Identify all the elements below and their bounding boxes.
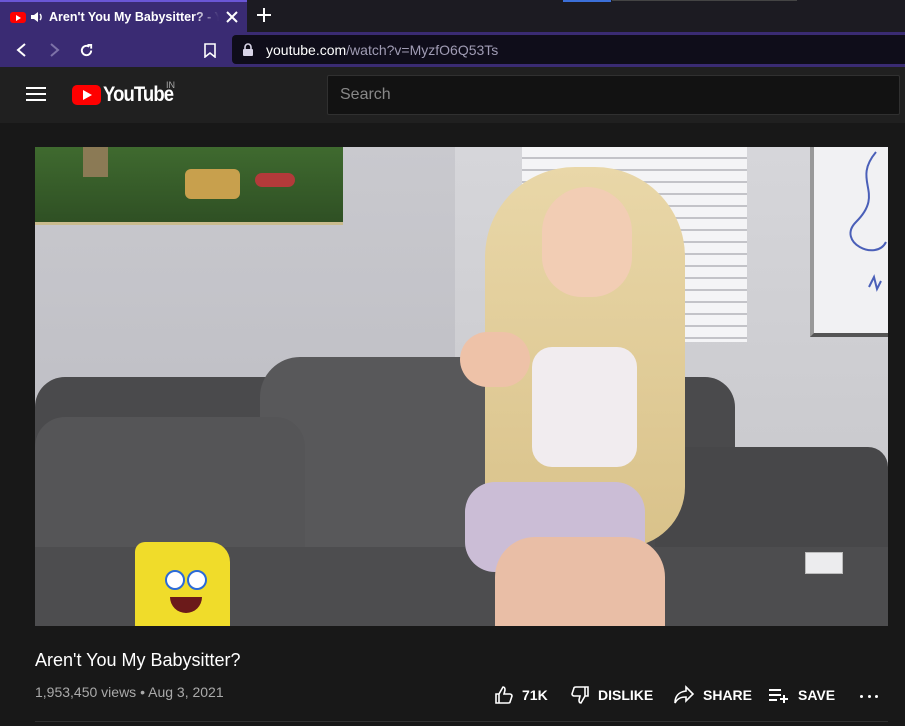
like-count: 71K: [522, 687, 548, 703]
youtube-play-logo-icon: [72, 85, 101, 105]
dislike-label: DISLIKE: [598, 687, 654, 703]
video-meta: 1,953,450 views • Aug 3, 2021: [35, 684, 224, 700]
thumbs-up-icon: [495, 686, 513, 704]
youtube-logo[interactable]: YouTube IN: [72, 80, 183, 107]
more-icon[interactable]: [860, 686, 878, 706]
back-icon: [16, 43, 26, 57]
reload-button[interactable]: [75, 39, 97, 61]
playlist-add-icon: [769, 689, 788, 703]
search-input[interactable]: Search: [327, 75, 900, 115]
browser-tab-strip: Aren't You My Babysitter? - YouTube: [0, 0, 905, 32]
forward-button[interactable]: [43, 39, 65, 61]
thumbs-down-icon: [571, 686, 589, 704]
like-button[interactable]: 71K: [494, 682, 548, 708]
country-code: IN: [166, 80, 175, 90]
close-icon[interactable]: [225, 10, 239, 24]
bookmark-button[interactable]: [199, 39, 221, 61]
lock-icon: [243, 42, 253, 56]
save-label: SAVE: [798, 687, 836, 703]
reload-icon: [80, 43, 92, 56]
logo-text: YouTube: [103, 83, 174, 106]
forward-icon: [50, 43, 60, 57]
browser-tab-active[interactable]: Aren't You My Babysitter? - YouTube: [0, 0, 247, 32]
divider: [35, 721, 888, 722]
bookmark-icon: [204, 42, 216, 58]
video-scene-painting: [35, 147, 343, 225]
view-count: 1,953,450 views: [35, 684, 137, 700]
url-host: youtube.com: [266, 41, 347, 58]
video-scene-person-hand: [460, 332, 530, 387]
meta-separator: •: [136, 684, 149, 700]
dislike-button[interactable]: DISLIKE: [570, 682, 653, 708]
video-scene-outlet: [805, 552, 843, 574]
video-player[interactable]: [35, 147, 888, 626]
video-scene-person-legs: [495, 537, 665, 626]
share-button[interactable]: SHARE: [673, 682, 752, 708]
browser-toolbar: youtube.com/watch?v=MyzfO6Q53Ts: [0, 32, 905, 67]
share-icon: [674, 685, 695, 704]
youtube-header: YouTube IN Search: [0, 67, 905, 123]
url-bar[interactable]: youtube.com/watch?v=MyzfO6Q53Ts: [232, 35, 905, 64]
video-scene-whiteboard: [810, 147, 888, 337]
tab-separator: [612, 0, 797, 1]
save-button[interactable]: SAVE: [768, 682, 835, 708]
youtube-favicon: [10, 11, 26, 23]
back-button[interactable]: [11, 39, 33, 61]
video-scene-plush-toy: [135, 542, 230, 626]
speaker-icon[interactable]: [30, 10, 44, 24]
upload-date: Aug 3, 2021: [148, 684, 224, 700]
video-title: Aren't You My Babysitter?: [35, 650, 241, 670]
tab-title: Aren't You My Babysitter? - YouTube: [49, 10, 219, 24]
menu-icon[interactable]: [26, 87, 46, 103]
plus-icon[interactable]: [256, 7, 272, 23]
video-scene-person-face: [542, 187, 632, 297]
share-label: SHARE: [703, 687, 753, 703]
url-path: /watch?v=MyzfO6Q53Ts: [346, 41, 499, 58]
tab-indicator: [563, 0, 611, 2]
video-scene-person-top: [532, 347, 637, 467]
